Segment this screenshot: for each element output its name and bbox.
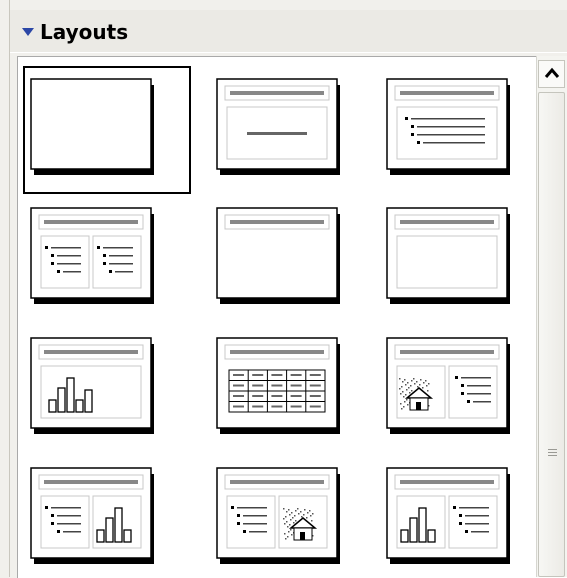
layout-title-box[interactable] (386, 207, 510, 304)
layout-grid (23, 66, 510, 564)
layout-blank[interactable] (30, 78, 154, 175)
layout-title-content[interactable] (216, 78, 340, 175)
layout-title-outline-clipart[interactable] (216, 467, 340, 564)
layout-title-chart[interactable] (30, 337, 154, 434)
layout-title-table[interactable] (216, 337, 340, 434)
layout-title-chart-outline[interactable] (386, 467, 510, 564)
layout-title-outline[interactable] (386, 78, 510, 175)
layout-title-only[interactable] (216, 207, 340, 304)
layout-title-outline-chart[interactable] (30, 467, 154, 564)
layout-title-2outline[interactable] (30, 207, 154, 304)
tile-frame (30, 78, 152, 170)
layout-title-clipart-outline[interactable] (386, 337, 510, 434)
